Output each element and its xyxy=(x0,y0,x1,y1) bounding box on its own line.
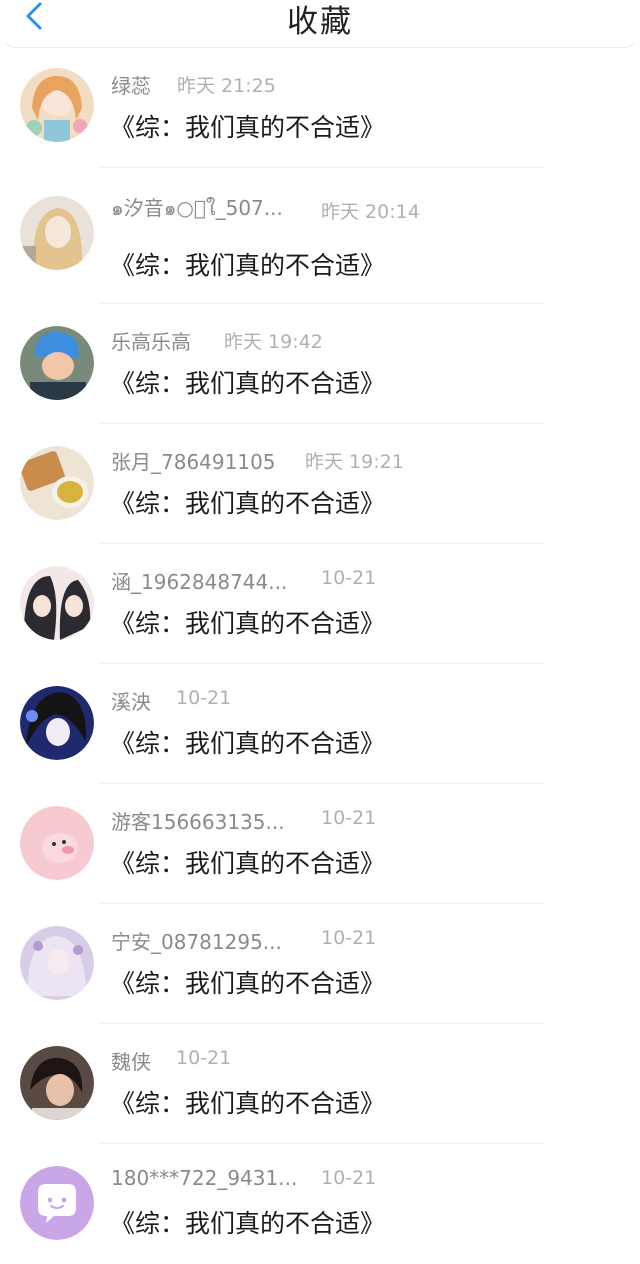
item-meta: 魏侠 10-21 xyxy=(111,1046,231,1076)
item-title: 《综：我们真的不合适》 xyxy=(110,251,386,280)
page-title: 收藏 xyxy=(287,4,353,40)
item-title: 《综：我们真的不合适》 xyxy=(110,369,386,398)
username: 张月_786491105 xyxy=(111,450,276,474)
username: 游客156663135... xyxy=(111,810,285,834)
username: 魏侠 xyxy=(111,1050,151,1074)
timestamp: 10-21 xyxy=(321,807,377,829)
item-meta: 宁安_08781295... 10-21 xyxy=(111,926,376,956)
username: 乐高乐高 xyxy=(111,330,191,354)
item-meta: 溪泱 10-21 xyxy=(111,686,231,716)
username: 溪泱 xyxy=(111,690,151,714)
list-item[interactable]: 绿蕊 昨天 21:25 《综：我们真的不合适》 xyxy=(0,48,640,168)
list-item[interactable]: 宁安_08781295... 10-21 《综：我们真的不合适》 xyxy=(0,904,640,1024)
avatar xyxy=(20,446,94,520)
avatar xyxy=(20,566,94,640)
list-item[interactable]: 乐高乐高 昨天 19:42 《综：我们真的不合适》 xyxy=(0,304,640,424)
timestamp: 10-21 xyxy=(321,927,377,949)
item-title: 《综：我们真的不合适》 xyxy=(110,113,386,142)
list-item[interactable]: 溪泱 10-21 《综：我们真的不合适》 xyxy=(0,664,640,784)
item-meta: 绿蕊 昨天 21:25 xyxy=(111,70,276,100)
list-item[interactable]: 张月_786491105 昨天 19:21 《综：我们真的不合适》 xyxy=(0,424,640,544)
chat-bubble-icon xyxy=(20,1166,94,1240)
avatar xyxy=(20,806,94,880)
timestamp: 10-21 xyxy=(176,687,232,709)
username: 绿蕊 xyxy=(111,74,151,98)
timestamp: 昨天 19:21 xyxy=(305,451,404,473)
item-title: 《综：我们真的不合适》 xyxy=(110,1209,386,1238)
timestamp: 10-21 xyxy=(176,1047,232,1069)
list-item[interactable]: ๑汐音๑○ฺใ_507... 昨天 20:14 《综：我们真的不合适》 xyxy=(0,168,640,304)
username: 180***722_9431... xyxy=(111,1166,298,1190)
avatar xyxy=(20,926,94,1000)
username: 涵_1962848744... xyxy=(111,570,288,594)
item-meta: ๑汐音๑○ฺใ_507... 昨天 20:14 xyxy=(111,192,420,223)
list-item[interactable]: 游客156663135... 10-21 《综：我们真的不合适》 xyxy=(0,784,640,904)
timestamp: 昨天 20:14 xyxy=(321,201,420,223)
avatar xyxy=(20,686,94,760)
timestamp: 昨天 21:25 xyxy=(177,75,276,97)
item-meta: 180***722_9431... 10-21 xyxy=(111,1166,376,1196)
item-title: 《综：我们真的不合适》 xyxy=(110,609,386,638)
avatar xyxy=(20,68,94,142)
avatar xyxy=(20,1166,94,1240)
avatar xyxy=(20,1046,94,1120)
item-title: 《综：我们真的不合适》 xyxy=(110,849,386,878)
username: 宁安_08781295... xyxy=(111,930,282,954)
item-meta: 涵_1962848744... 10-21 xyxy=(111,566,376,596)
item-meta: 游客156663135... 10-21 xyxy=(111,806,376,836)
favorites-list: 绿蕊 昨天 21:25 《综：我们真的不合适》 ๑汐音๑○ฺใ_507... 昨… xyxy=(0,48,640,1264)
timestamp: 10-21 xyxy=(321,567,377,589)
item-title: 《综：我们真的不合适》 xyxy=(110,1089,386,1118)
item-title: 《综：我们真的不合适》 xyxy=(110,969,386,998)
list-item[interactable]: 180***722_9431... 10-21 《综：我们真的不合适》 xyxy=(0,1144,640,1264)
item-title: 《综：我们真的不合适》 xyxy=(110,729,386,758)
timestamp: 10-21 xyxy=(321,1167,377,1189)
item-meta: 张月_786491105 昨天 19:21 xyxy=(111,446,404,476)
list-item[interactable]: 涵_1962848744... 10-21 《综：我们真的不合适》 xyxy=(0,544,640,664)
timestamp: 昨天 19:42 xyxy=(224,331,323,353)
item-meta: 乐高乐高 昨天 19:42 xyxy=(111,326,323,356)
avatar xyxy=(20,326,94,400)
item-title: 《综：我们真的不合适》 xyxy=(110,489,386,518)
username: ๑汐音๑○ฺใ_507... xyxy=(111,196,283,220)
avatar xyxy=(20,196,94,270)
top-bar: 收藏 xyxy=(0,0,640,48)
list-item[interactable]: 魏侠 10-21 《综：我们真的不合适》 xyxy=(0,1024,640,1144)
